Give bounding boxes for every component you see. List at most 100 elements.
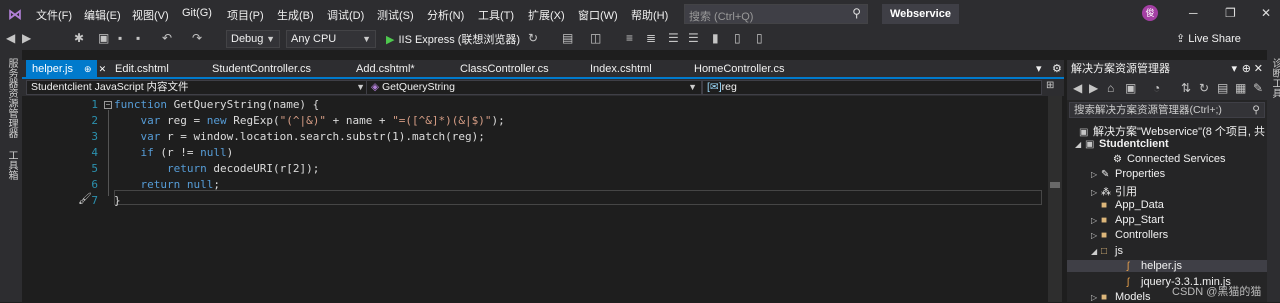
tree-item-solution[interactable]: ▣ 解决方案"Webservice"(8 个项目, 共 (1079, 123, 1265, 139)
code-line[interactable]: var r = window.location.search.substr(1)… (114, 130, 485, 143)
step-icon[interactable]: ≡ (626, 31, 633, 45)
format-icon[interactable]: ≣ (646, 31, 656, 45)
tree-item-controllers[interactable]: ▷ ■ Controllers (1091, 229, 1168, 241)
restore-icon[interactable]: ❐ (1225, 6, 1236, 20)
code-line[interactable]: return decodeURI(r[2]); (114, 162, 319, 175)
quick-action-icon[interactable]: 🖌 (78, 192, 92, 205)
tree-item-properties[interactable]: ▷ ✎ Properties (1091, 168, 1165, 180)
menu-debug[interactable]: 调试(D) (327, 7, 364, 23)
comment-icon[interactable]: ☰ (668, 31, 679, 45)
wrench-icon[interactable]: ✎ (1253, 81, 1263, 95)
tree-item-project[interactable]: ◢ ▣ Studentclient (1075, 138, 1169, 150)
collapse-all-icon[interactable]: ▤ (1217, 81, 1228, 95)
menu-tools[interactable]: 工具(T) (478, 7, 514, 23)
bookmark-next-icon[interactable]: ▯ (756, 31, 763, 45)
tab-index-cshtml[interactable]: Index.cshtml (584, 60, 652, 78)
sync-icon[interactable]: ⇅ (1181, 81, 1191, 95)
menu-view[interactable]: 视图(V) (132, 7, 169, 23)
switch-view-icon[interactable]: ▣ (1125, 81, 1136, 95)
tab-add-cshtml[interactable]: Add.cshtml* (350, 60, 415, 78)
menu-test[interactable]: 测试(S) (377, 7, 414, 23)
menu-file[interactable]: 文件(F) (36, 7, 72, 23)
bookmark-icon[interactable]: ▮ (712, 31, 719, 45)
code-line[interactable]: return null; (114, 178, 221, 191)
collapsed-icon[interactable]: ▷ (1091, 188, 1101, 197)
pending-changes-icon[interactable]: ◔ (1153, 81, 1160, 95)
tab-class-controller[interactable]: ClassController.cs (454, 60, 549, 78)
redo-icon[interactable]: ↷ (192, 31, 202, 45)
show-all-files-icon[interactable]: ▦ (1235, 81, 1246, 95)
menu-build[interactable]: 生成(B) (277, 7, 314, 23)
menu-analyze[interactable]: 分析(N) (427, 7, 464, 23)
code-editor[interactable]: − 1 2 3 4 5 6 7 🖌 function GetQueryStrin… (22, 96, 1064, 302)
scrollbar-thumb[interactable] (1050, 182, 1060, 188)
code-line[interactable]: var reg = new RegExp("(^|&)" + name + "=… (114, 114, 505, 127)
close-icon[interactable]: ✕ (1254, 60, 1263, 78)
expanded-icon[interactable]: ◢ (1091, 247, 1101, 256)
tab-list-icon[interactable]: ▾ (1030, 60, 1042, 78)
tree-item-models[interactable]: ▷ ■ Models (1091, 291, 1150, 303)
folder-icon[interactable]: ▤ (562, 31, 573, 45)
variable-select[interactable]: [✉]reg (702, 80, 1042, 95)
menu-git[interactable]: Git(G) (182, 7, 212, 19)
configuration-select[interactable]: Debug ▼ (226, 30, 280, 48)
back-icon[interactable]: ◀ (6, 31, 15, 45)
tree-item-connected-services[interactable]: ⚙ Connected Services (1113, 153, 1225, 165)
menu-edit[interactable]: 编辑(E) (84, 7, 121, 23)
collapsed-icon[interactable]: ▷ (1091, 170, 1101, 179)
back-icon[interactable]: ◀ (1073, 81, 1082, 95)
open-folder-icon[interactable]: ▣ (98, 31, 109, 45)
member-select[interactable]: ◈ GetQueryString ▼ (366, 80, 702, 95)
tab-student-controller[interactable]: StudentController.cs (206, 60, 311, 78)
live-share-button[interactable]: ⇪ Live Share (1176, 32, 1241, 45)
search-input[interactable]: 搜索 (Ctrl+Q) ⚲ (684, 4, 868, 24)
tree-item-references[interactable]: ▷ ⁂ 引用 (1091, 183, 1137, 199)
refresh-icon[interactable]: ↻ (1199, 81, 1209, 95)
browser-link-icon[interactable]: ◫ (590, 31, 601, 45)
minimize-icon[interactable]: ─ (1189, 6, 1198, 20)
refresh-icon[interactable]: ↻ (528, 31, 538, 45)
tab-helper-js[interactable]: helper.js ⊕ ✕ (26, 60, 106, 78)
uncomment-icon[interactable]: ☰ (688, 31, 699, 45)
menu-window[interactable]: 窗口(W) (578, 7, 618, 23)
start-debugging-button[interactable]: ▶ IIS Express (联想浏览器) (386, 31, 520, 47)
save-all-icon[interactable]: ▪ (136, 31, 140, 45)
menu-project[interactable]: 项目(P) (227, 7, 264, 23)
menu-help[interactable]: 帮助(H) (631, 7, 668, 23)
save-icon[interactable]: ▪ (118, 31, 122, 45)
code-line[interactable]: if (r != null) (114, 146, 234, 159)
tree-item-app-data[interactable]: ■ App_Data (1101, 199, 1164, 211)
forward-icon[interactable]: ▶ (1089, 81, 1098, 95)
close-icon[interactable]: ✕ (99, 64, 107, 74)
pin-icon[interactable]: ⊕ (84, 64, 92, 74)
tree-item-js[interactable]: ◢ □ js (1091, 245, 1123, 257)
avatar[interactable]: 俊 (1142, 5, 1158, 21)
server-explorer-tab[interactable]: 服务器资源管理器 (4, 58, 19, 138)
collapsed-icon[interactable]: ▷ (1091, 216, 1101, 225)
tree-item-app-start[interactable]: ▷ ■ App_Start (1091, 214, 1164, 226)
gear-icon[interactable]: ⚙ (1046, 60, 1062, 78)
menu-extensions[interactable]: 扩展(X) (528, 7, 565, 23)
tab-home-controller[interactable]: HomeController.cs (688, 60, 784, 78)
tab-edit-cshtml[interactable]: Edit.cshtml (109, 60, 169, 78)
close-icon[interactable]: ✕ (1261, 6, 1271, 20)
dropdown-icon[interactable]: ▾ (1231, 60, 1237, 78)
pin-icon[interactable]: ⊕ (1242, 60, 1251, 78)
toolbox-tab[interactable]: 工具箱 (4, 150, 19, 180)
platform-select[interactable]: Any CPU ▼ (286, 30, 376, 48)
bookmark-prev-icon[interactable]: ▯ (734, 31, 741, 45)
tree-item-helper-js[interactable]: ʃ helper.js (1067, 260, 1267, 272)
new-item-icon[interactable]: ✱ (74, 31, 84, 45)
collapsed-icon[interactable]: ▷ (1091, 231, 1101, 240)
vertical-scrollbar[interactable] (1048, 96, 1062, 302)
code-line[interactable]: function GetQueryString(name) { (114, 98, 319, 111)
split-icon[interactable]: ⊞ (1046, 80, 1054, 91)
home-icon[interactable]: ⌂ (1107, 81, 1114, 95)
forward-icon[interactable]: ▶ (22, 31, 31, 45)
diagnostic-tools-tab[interactable]: 诊断工具 (1268, 58, 1280, 98)
solution-search-input[interactable]: 搜索解决方案资源管理器(Ctrl+;) ⚲ (1069, 102, 1265, 118)
expanded-icon[interactable]: ◢ (1075, 140, 1085, 149)
undo-icon[interactable]: ↶ (162, 31, 172, 45)
collapse-icon[interactable]: − (104, 101, 112, 109)
code-line[interactable]: } (114, 194, 121, 207)
